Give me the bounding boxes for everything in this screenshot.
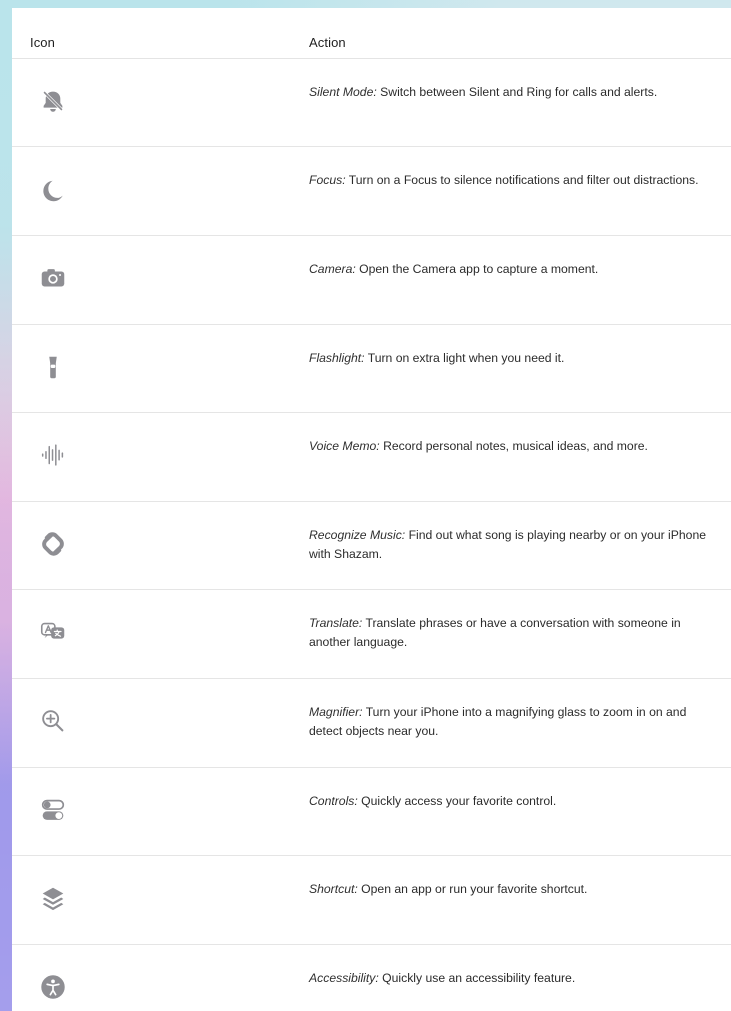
table-row: Focus: Turn on a Focus to silence notifi… bbox=[12, 147, 731, 236]
table-row: Translate: Translate phrases or have a c… bbox=[12, 590, 731, 679]
row-text: Turn your iPhone into a magnifying glass… bbox=[309, 705, 687, 738]
row-title: Accessibility: bbox=[309, 971, 379, 985]
row-description: Translate: Translate phrases or have a c… bbox=[309, 614, 719, 652]
table-row: Shortcut: Open an app or run your favori… bbox=[12, 856, 731, 945]
row-description: Shortcut: Open an app or run your favori… bbox=[309, 880, 719, 899]
table-header: Icon Action bbox=[12, 17, 731, 59]
table-row: Controls: Quickly access your favorite c… bbox=[12, 768, 731, 856]
table-row: Silent Mode: Switch between Silent and R… bbox=[12, 59, 731, 147]
controls-toggle-icon bbox=[38, 795, 68, 825]
row-title: Shortcut: bbox=[309, 882, 358, 896]
row-text: Quickly access your favorite control. bbox=[361, 794, 557, 808]
action-column-header: Action bbox=[309, 35, 346, 50]
table-row: Accessibility: Quickly use an accessibil… bbox=[12, 945, 731, 1007]
row-title: Translate: bbox=[309, 616, 363, 630]
bell-slash-icon bbox=[38, 86, 68, 116]
row-title: Voice Memo: bbox=[309, 439, 380, 453]
row-title: Camera: bbox=[309, 262, 356, 276]
row-title: Focus: bbox=[309, 173, 346, 187]
moon-icon bbox=[38, 174, 68, 204]
row-text: Quickly use an accessibility feature. bbox=[382, 971, 576, 985]
table-row: Voice Memo: Record personal notes, music… bbox=[12, 413, 731, 502]
row-text: Open the Camera app to capture a moment. bbox=[359, 262, 599, 276]
accessibility-icon bbox=[38, 972, 68, 1002]
translate-icon bbox=[38, 617, 68, 647]
table-row: Magnifier: Turn your iPhone into a magni… bbox=[12, 679, 731, 768]
row-description: Voice Memo: Record personal notes, music… bbox=[309, 437, 719, 456]
row-description: Controls: Quickly access your favorite c… bbox=[309, 792, 719, 811]
table-row: Flashlight: Turn on extra light when you… bbox=[12, 325, 731, 413]
waveform-icon bbox=[38, 440, 68, 470]
row-description: Accessibility: Quickly use an accessibil… bbox=[309, 969, 719, 988]
table-row: Recognize Music: Find out what song is p… bbox=[12, 502, 731, 590]
row-title: Flashlight: bbox=[309, 351, 365, 365]
row-text: Switch between Silent and Ring for calls… bbox=[380, 85, 658, 99]
row-text: Turn on extra light when you need it. bbox=[367, 351, 565, 365]
icon-column-header: Icon bbox=[30, 35, 55, 50]
row-description: Magnifier: Turn your iPhone into a magni… bbox=[309, 703, 719, 741]
row-description: Camera: Open the Camera app to capture a… bbox=[309, 260, 719, 279]
row-title: Controls: bbox=[309, 794, 358, 808]
row-text: Record personal notes, musical ideas, an… bbox=[383, 439, 648, 453]
row-text: Open an app or run your favorite shortcu… bbox=[361, 882, 588, 896]
row-description: Recognize Music: Find out what song is p… bbox=[309, 526, 719, 564]
shortcuts-icon bbox=[38, 883, 68, 913]
shazam-icon bbox=[38, 529, 68, 559]
row-title: Silent Mode: bbox=[309, 85, 377, 99]
flashlight-icon bbox=[38, 352, 68, 382]
row-text: Turn on a Focus to silence notifications… bbox=[348, 173, 699, 187]
table-body: Silent Mode: Switch between Silent and R… bbox=[12, 59, 731, 1007]
row-description: Flashlight: Turn on extra light when you… bbox=[309, 349, 719, 368]
camera-icon bbox=[38, 263, 68, 293]
row-description: Focus: Turn on a Focus to silence notifi… bbox=[309, 171, 719, 190]
row-title: Recognize Music: bbox=[309, 528, 406, 542]
magnifier-icon bbox=[38, 706, 68, 736]
actions-table: Icon Action Silent Mode: Switch between … bbox=[12, 8, 731, 1011]
table-row: Camera: Open the Camera app to capture a… bbox=[12, 236, 731, 325]
row-text: Translate phrases or have a conversation… bbox=[309, 616, 681, 649]
row-description: Silent Mode: Switch between Silent and R… bbox=[309, 83, 719, 102]
row-title: Magnifier: bbox=[309, 705, 363, 719]
